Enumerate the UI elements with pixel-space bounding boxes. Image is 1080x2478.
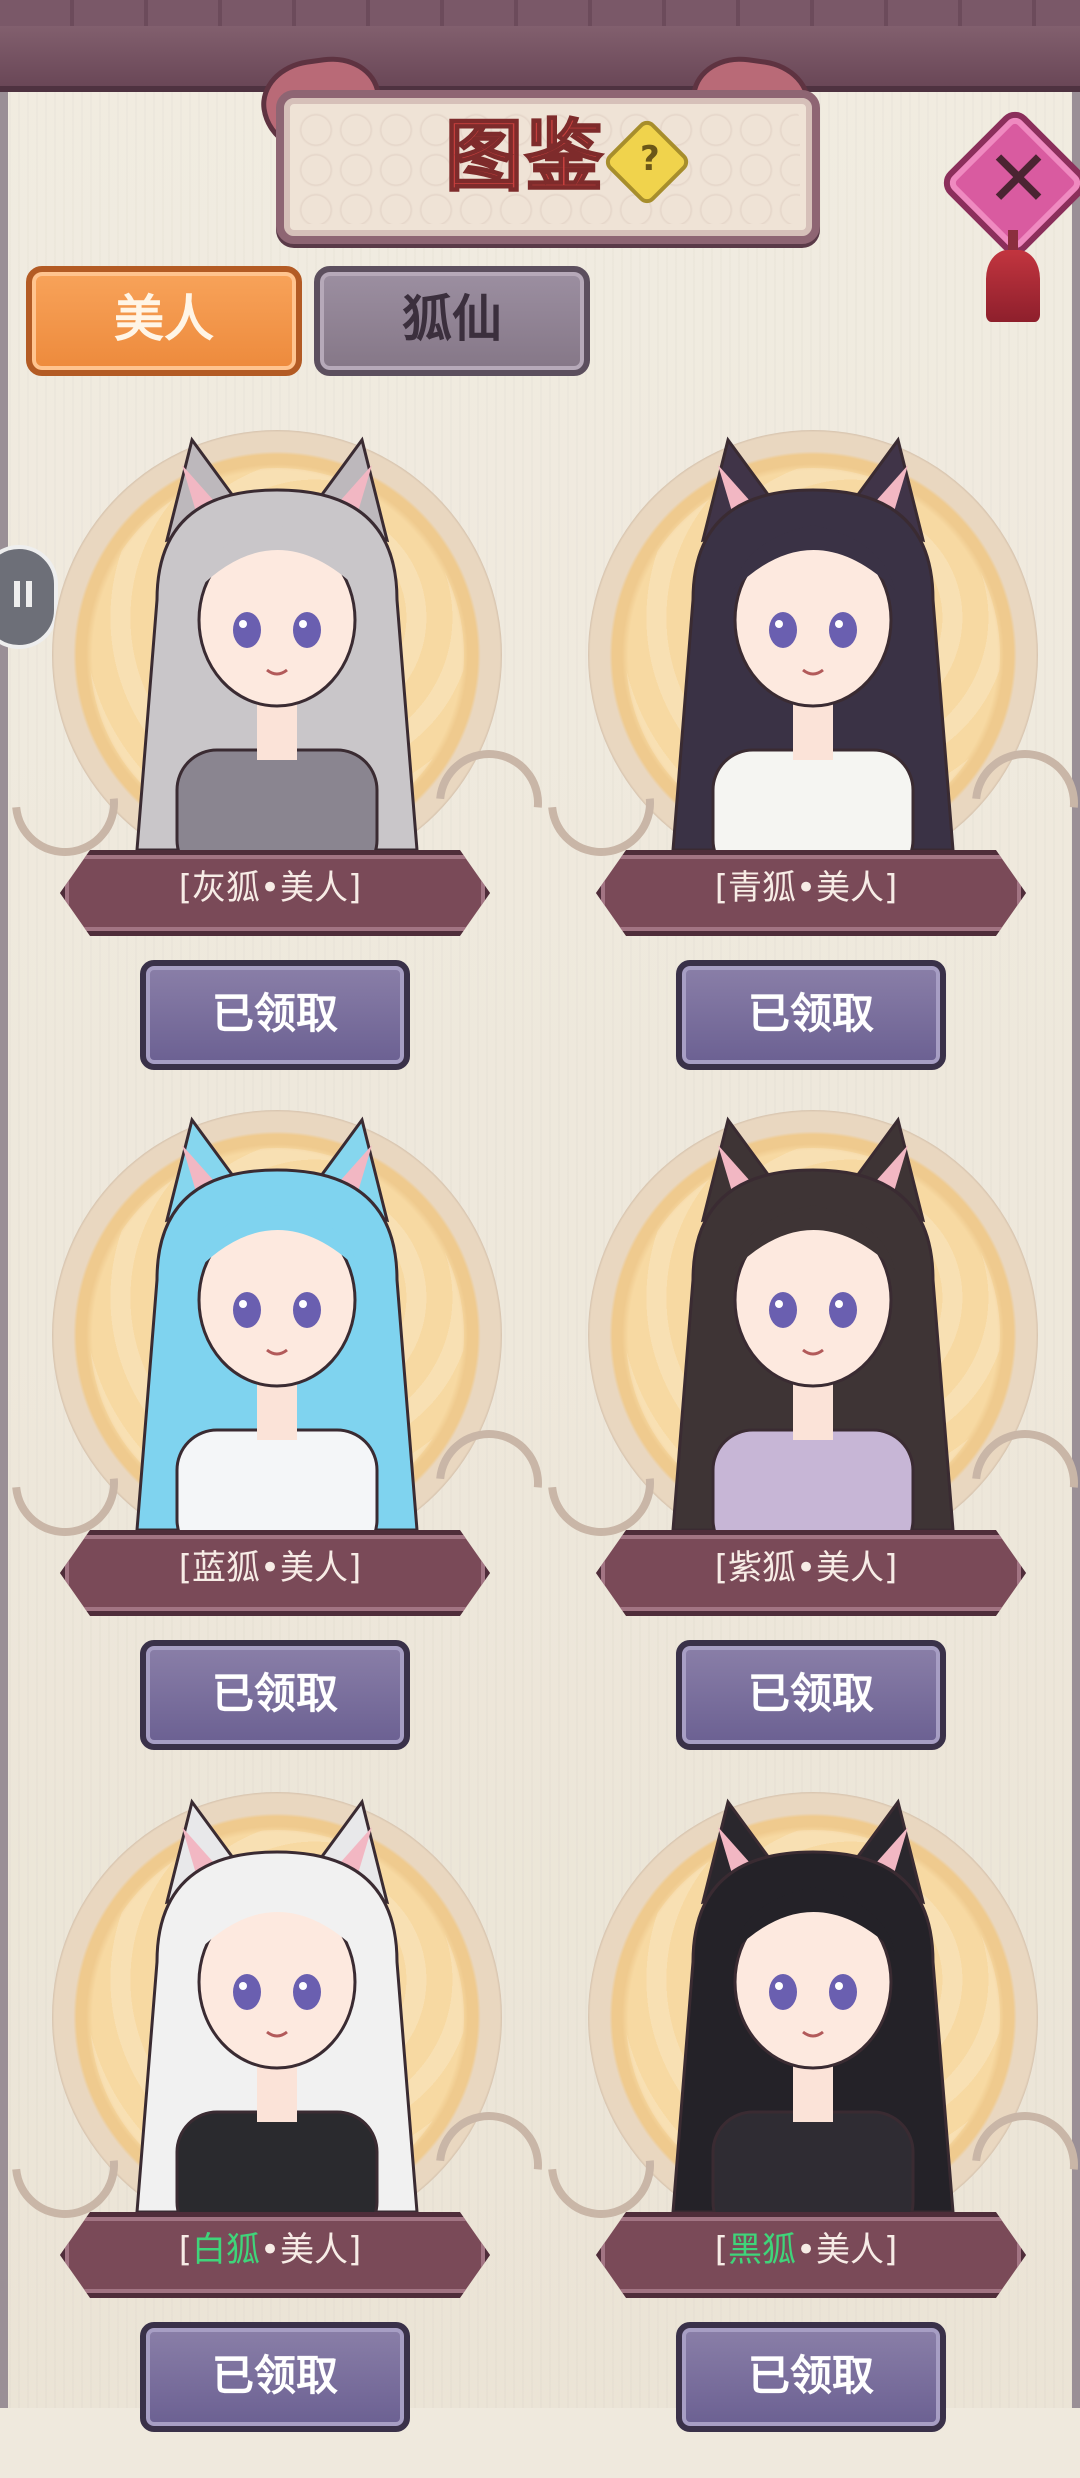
tassel-ornament	[986, 250, 1040, 322]
claimed-button[interactable]: 已领取	[676, 960, 946, 1070]
claimed-button[interactable]: 已领取	[676, 1640, 946, 1750]
character-card: [白狐•美人] 已领取	[0, 1792, 564, 2478]
question-icon: ?	[639, 139, 660, 180]
character-name: [蓝狐•美人]	[178, 1548, 362, 1588]
tassel-string	[1008, 230, 1018, 252]
claimed-button[interactable]: 已领取	[140, 1640, 410, 1750]
character-name: [紫狐•美人]	[714, 1548, 898, 1588]
claimed-button[interactable]: 已领取	[140, 2322, 410, 2432]
character-name: [青狐•美人]	[714, 868, 898, 908]
character-card: [蓝狐•美人] 已领取	[0, 1110, 564, 1796]
character-card: [青狐•美人] 已领取	[526, 430, 1080, 1116]
tab-fox-immortal[interactable]: 狐仙	[314, 266, 590, 376]
claimed-button[interactable]: 已领取	[140, 960, 410, 1070]
character-portrait[interactable]	[97, 1100, 457, 1560]
page-title: 图鉴	[444, 111, 605, 203]
character-portrait[interactable]	[633, 1100, 993, 1560]
character-portrait[interactable]	[633, 420, 993, 880]
tab-beauty[interactable]: 美人	[26, 266, 302, 376]
character-name: [黑狐•美人]	[714, 2230, 898, 2270]
claimed-button[interactable]: 已领取	[676, 2322, 946, 2432]
character-card: [黑狐•美人] 已领取	[526, 1792, 1080, 2478]
roof-header	[0, 0, 1080, 92]
close-icon: ✕	[985, 134, 1052, 225]
character-name: [白狐•美人]	[178, 2230, 362, 2270]
left-border	[0, 60, 8, 2408]
character-portrait[interactable]	[97, 420, 457, 880]
character-portrait[interactable]	[97, 1782, 457, 2242]
character-card: [灰狐•美人] 已领取	[0, 430, 564, 1116]
character-name: [灰狐•美人]	[178, 868, 362, 908]
character-portrait[interactable]	[633, 1782, 993, 2242]
character-card: [紫狐•美人] 已领取	[526, 1110, 1080, 1796]
